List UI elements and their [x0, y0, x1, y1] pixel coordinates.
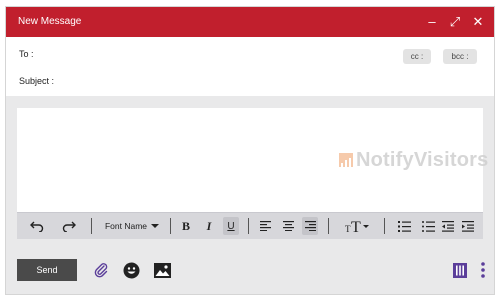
compose-window: New Message – ⤢ ✕ To : cc : bcc : Subjec…	[5, 6, 495, 295]
formatting-toolbar: Font Name B I U T T	[17, 212, 483, 239]
text-size-icon: T T	[345, 219, 369, 234]
toolbar-separator	[91, 218, 92, 234]
align-center-icon[interactable]	[281, 213, 295, 239]
attachment-icon[interactable]	[92, 261, 110, 279]
message-body-input[interactable]: NotifyVisitors	[17, 108, 488, 212]
indent-increase-icon[interactable]	[461, 213, 475, 239]
svg-text:T: T	[351, 219, 361, 234]
font-name-dropdown[interactable]: Font Name	[101, 213, 163, 239]
toolbar-separator	[328, 218, 329, 234]
numbered-list-icon[interactable]	[397, 213, 411, 239]
insert-image-icon[interactable]	[153, 261, 171, 279]
toolbar-separator	[170, 218, 171, 234]
emoji-icon[interactable]	[122, 261, 140, 279]
redo-icon[interactable]	[59, 213, 79, 239]
toolbar-separator	[248, 218, 249, 234]
notifyvisitors-logo-icon	[339, 153, 353, 168]
toolbar-separator	[384, 218, 385, 234]
to-row[interactable]: To : cc : bcc :	[6, 37, 494, 70]
compose-titlebar: New Message – ⤢ ✕	[6, 7, 494, 37]
align-right-icon[interactable]	[302, 217, 318, 235]
bulleted-list-icon[interactable]	[421, 213, 435, 239]
indent-decrease-icon[interactable]	[441, 213, 455, 239]
send-button[interactable]: Send	[17, 259, 77, 281]
subject-label: Subject :	[19, 76, 55, 86]
minimize-icon[interactable]: –	[423, 13, 441, 31]
subject-row[interactable]: Subject :	[6, 69, 494, 97]
cc-button[interactable]: cc :	[403, 49, 431, 64]
more-options-icon[interactable]	[474, 261, 492, 279]
watermark: NotifyVisitors	[339, 148, 488, 172]
templates-icon[interactable]	[451, 261, 469, 279]
editor-area: NotifyVisitors Font Name B I U T T Send	[6, 96, 494, 294]
watermark-text: NotifyVisitors	[356, 148, 489, 171]
close-icon[interactable]: ✕	[469, 13, 487, 31]
undo-icon[interactable]	[27, 213, 47, 239]
caret-down-icon	[151, 224, 160, 228]
bcc-button[interactable]: bcc :	[443, 49, 477, 64]
underline-button[interactable]: U	[223, 217, 239, 235]
expand-icon[interactable]: ⤢	[446, 13, 464, 31]
compose-title: New Message	[18, 16, 82, 27]
bold-button[interactable]: B	[179, 213, 193, 239]
to-label: To :	[19, 49, 34, 59]
italic-button[interactable]: I	[202, 213, 216, 239]
align-left-icon[interactable]	[258, 213, 272, 239]
font-name-label: Font Name	[104, 221, 148, 231]
text-size-dropdown[interactable]: T T	[340, 213, 376, 239]
